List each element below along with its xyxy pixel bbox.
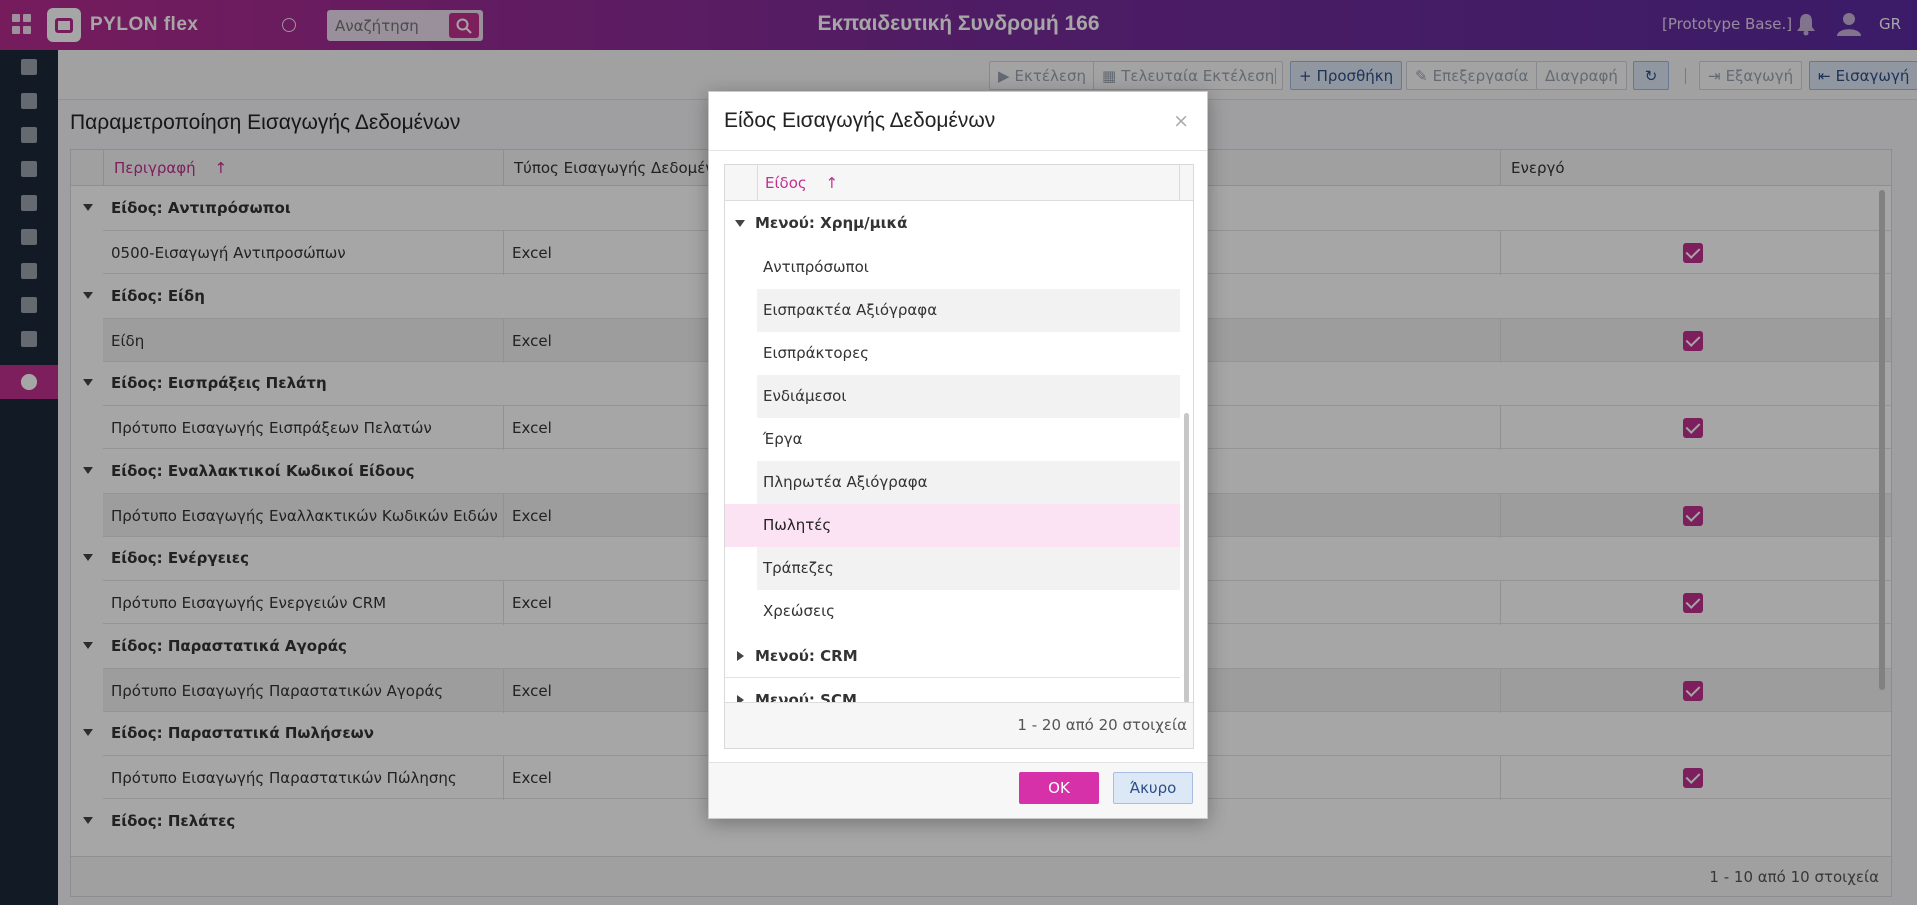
list-item[interactable]: Ενδιάμεσοι [757,375,1180,418]
ok-button[interactable]: OK [1019,772,1099,804]
list-item[interactable]: Εισπρακτέα Αξιόγραφα [757,289,1180,332]
group-label: Μενού: Χρημ/μικά [755,214,908,232]
list-item[interactable]: Αντιπρόσωποι [757,246,1180,289]
caret-down-icon [735,220,745,227]
column-type[interactable]: Είδος ↑ [757,165,1180,201]
dialog-divider [709,150,1207,151]
column-type-label: Είδος [765,174,807,192]
cancel-button[interactable]: Άκυρο [1113,772,1193,804]
list-item[interactable]: Χρεώσεις [757,590,1180,633]
group-row[interactable]: Μενού: CRM [725,634,1180,678]
dialog-scrollbar[interactable] [1184,413,1189,703]
group-row[interactable]: Μενού: Χρημ/μικά [725,201,1180,245]
list-item[interactable]: Εισπράκτορες [757,332,1180,375]
list-item[interactable]: Τράπεζες [757,547,1180,590]
dialog-title: Είδος Εισαγωγής Δεδομένων [724,109,996,132]
dialog-grid-header: Είδος ↑ [725,165,1193,201]
caret-right-icon [737,651,744,661]
list-item[interactable]: Πληρωτέα Αξιόγραφα [757,461,1180,504]
group-label: Μενού: CRM [755,647,858,665]
dialog-buttons: OK Άκυρο [709,762,1207,818]
dialog-grid: Είδος ↑ Μενού: Χρημ/μικά Αντιπρόσωποι Ει… [724,164,1194,749]
dialog-grid-footer: 1 - 20 από 20 στοιχεία [725,702,1193,748]
dialog-pager-info: 1 - 20 από 20 στοιχεία [1017,716,1187,734]
import-type-dialog: Είδος Εισαγωγής Δεδομένων × Είδος ↑ Μενο… [708,91,1208,819]
list-item[interactable]: Έργα [757,418,1180,461]
close-icon[interactable]: × [1173,110,1189,132]
list-item-selected[interactable]: Πωλητές [725,504,1180,547]
sort-asc-icon: ↑ [825,174,839,192]
